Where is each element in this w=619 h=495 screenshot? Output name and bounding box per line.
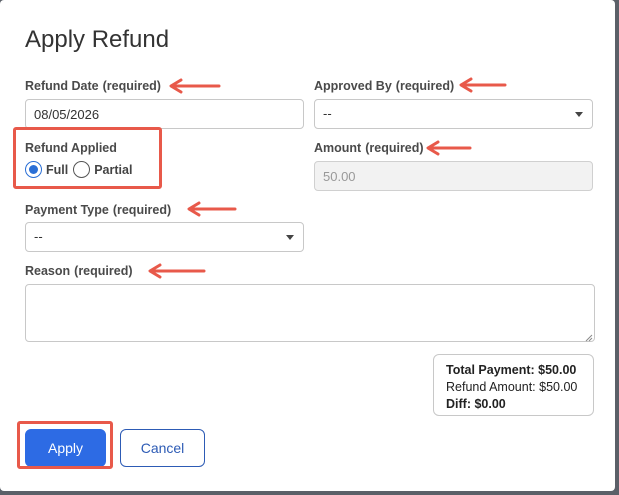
payment-type-value: -- [34,229,43,244]
amount-input[interactable] [314,161,593,191]
chevron-down-icon [575,112,583,117]
chevron-down-icon [286,235,294,240]
arrow-left-icon [148,263,206,279]
total-payment: Total Payment: $50.00 [446,363,577,377]
reason-textarea[interactable] [25,284,595,342]
approved-by-label: Approved By (required) [314,79,455,93]
apply-button-highlight [17,421,113,469]
apply-refund-dialog: Apply Refund Refund Date(required) Appro… [0,0,615,491]
refund-amount: Refund Amount: $50.00 [446,380,578,394]
arrow-left-icon [169,78,221,94]
refund-date-input[interactable] [25,99,304,129]
payment-type-label: Payment Type (required) [25,203,172,217]
arrow-left-icon [426,140,472,156]
diff: Diff: $0.00 [446,397,506,411]
dialog-title: Apply Refund [25,26,170,53]
amount-label: Amount (required) [314,141,424,155]
refund-applied-highlight [13,127,162,189]
arrow-left-icon [459,77,507,93]
resize-grip-icon[interactable] [585,334,593,342]
approved-by-value: -- [323,106,332,121]
payment-type-select[interactable]: -- [25,222,304,252]
refund-summary: Total Payment: $50.00 Refund Amount: $50… [433,354,594,416]
refund-date-label: Refund Date (required) [25,79,161,93]
approved-by-select[interactable]: -- [314,99,593,129]
reason-label: Reason (required) [25,264,133,278]
cancel-button[interactable]: Cancel [120,429,205,467]
arrow-left-icon [187,201,237,217]
